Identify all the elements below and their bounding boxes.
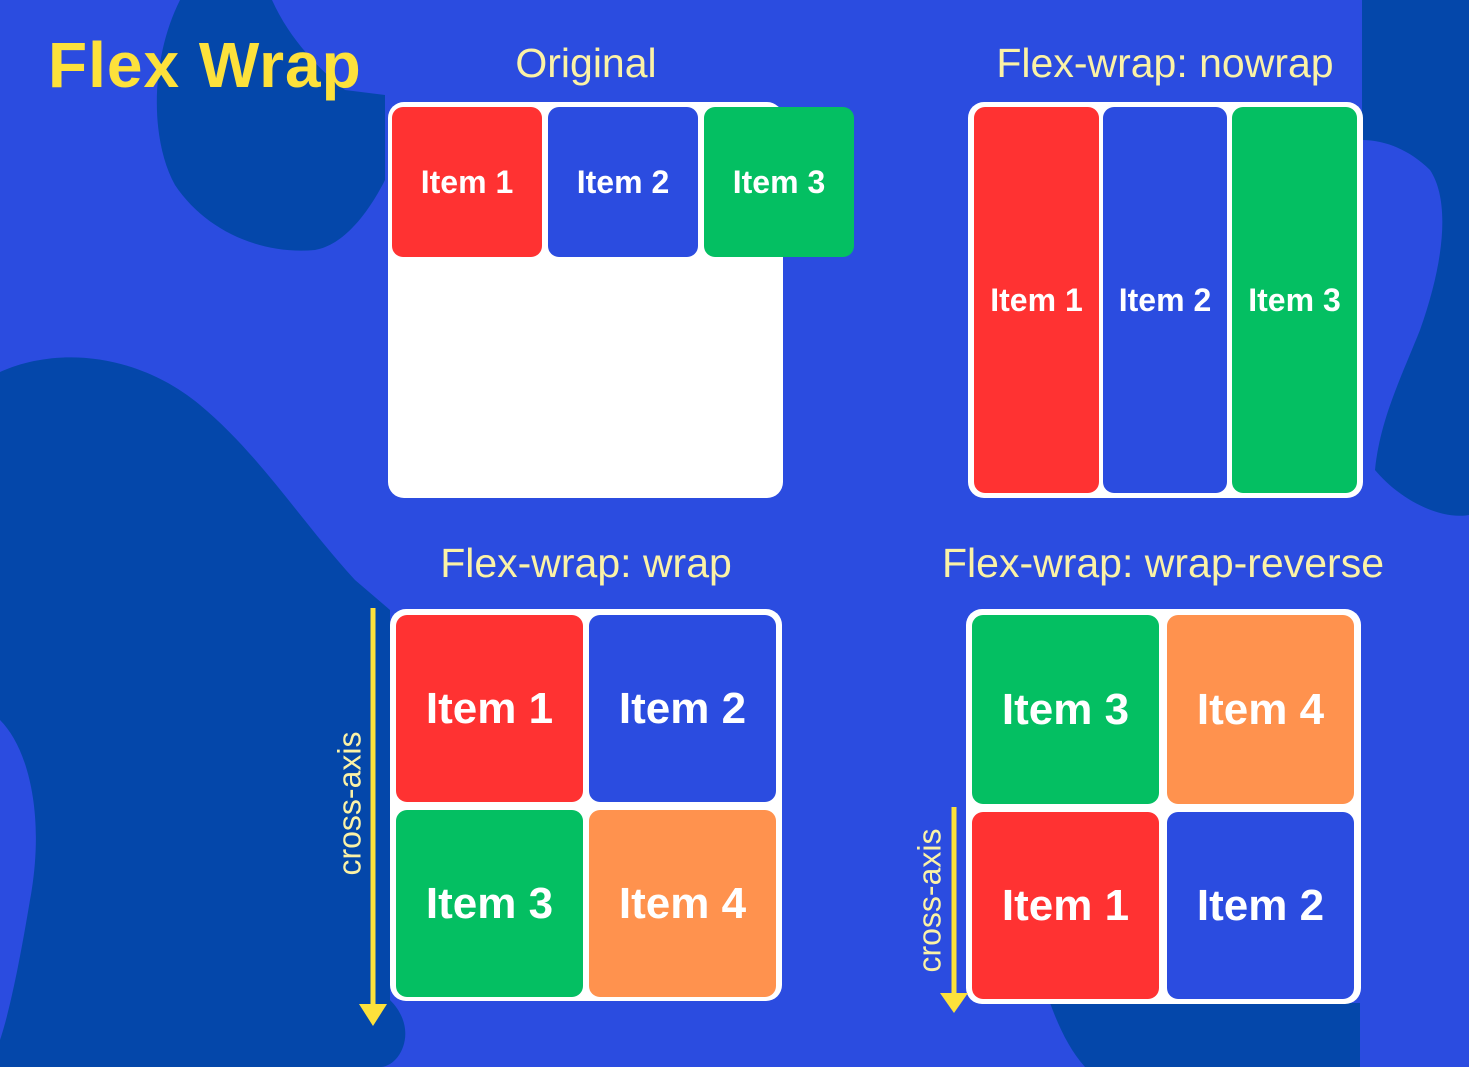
original-item-3: Item 3 [704,107,854,257]
wrap-reverse-item-1: Item 1 [972,812,1159,999]
wrap-reverse-item-2: Item 2 [1167,812,1354,999]
wrap-item-1: Item 1 [396,615,583,802]
nowrap-item-2: Item 2 [1103,107,1227,493]
nowrap-item-3: Item 3 [1232,107,1357,493]
wrap-cross-axis-label: cross-axis [331,731,368,876]
original-item-2: Item 2 [548,107,698,257]
nowrap-item-1: Item 1 [974,107,1099,493]
wrap-item-2: Item 2 [589,615,776,802]
original-label: Original [515,40,657,86]
wrap-reverse-cross-axis-label: cross-axis [911,828,948,973]
wrap-item-3: Item 3 [396,810,583,997]
wrap-reverse-item-3: Item 3 [972,615,1159,804]
wrap-label: Flex-wrap: wrap [440,540,732,586]
wrap-item-4: Item 4 [589,810,776,997]
blob-left [0,357,406,1067]
wrap-reverse-item-4: Item 4 [1167,615,1354,804]
nowrap-label: Flex-wrap: nowrap [996,40,1334,86]
page-title: Flex Wrap [48,29,362,101]
blob-bottom-right [1050,1003,1360,1067]
wrap-reverse-label: Flex-wrap: wrap-reverse [942,540,1384,586]
original-item-1: Item 1 [392,107,542,257]
